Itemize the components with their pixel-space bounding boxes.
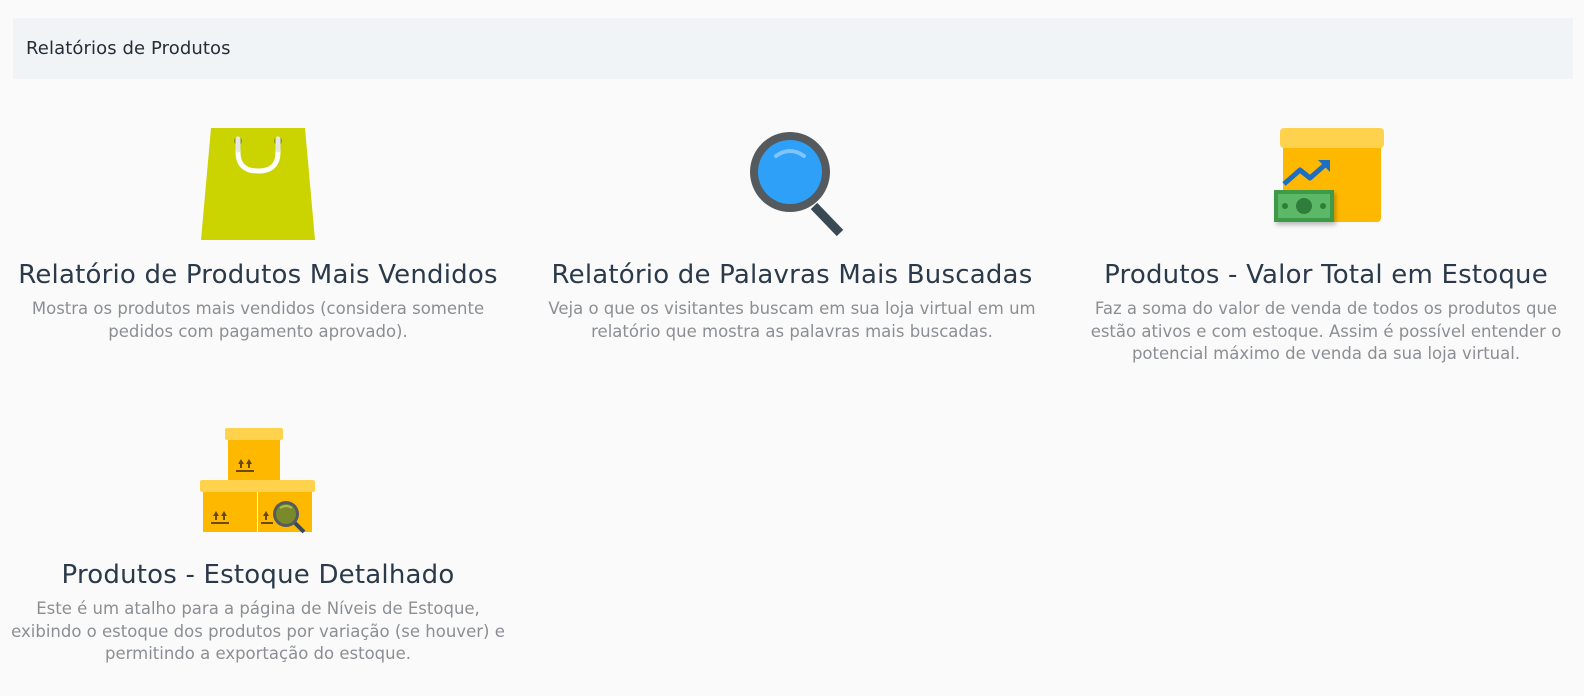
boxes-search-icon <box>198 426 318 538</box>
shopping-bag-icon <box>198 126 318 244</box>
magnifying-glass-icon <box>732 126 852 244</box>
report-title[interactable]: Relatório de Produtos Mais Vendidos <box>8 260 508 290</box>
report-card-detailed-stock[interactable]: Produtos - Estoque Detalhado Este é um a… <box>8 426 508 666</box>
report-title[interactable]: Produtos - Valor Total em Estoque <box>1076 260 1576 290</box>
report-title[interactable]: Produtos - Estoque Detalhado <box>8 560 508 590</box>
page-header: Relatórios de Produtos <box>13 18 1573 79</box>
page-title: Relatórios de Produtos <box>26 38 231 59</box>
report-card-stock-value[interactable]: Produtos - Valor Total em Estoque Faz a … <box>1076 126 1576 366</box>
report-description: Faz a soma do valor de venda de todos os… <box>1090 299 1562 363</box>
box-money-chart-icon <box>1266 126 1386 244</box>
report-description: Mostra os produtos mais vendidos (consid… <box>31 299 485 341</box>
report-description: Este é um atalho para a página de Níveis… <box>11 599 505 663</box>
report-description: Veja o que os visitantes buscam em sua l… <box>548 299 1036 341</box>
report-card-most-searched[interactable]: Relatório de Palavras Mais Buscadas Veja… <box>542 126 1042 343</box>
report-card-best-selling[interactable]: Relatório de Produtos Mais Vendidos Most… <box>8 126 508 343</box>
report-title[interactable]: Relatório de Palavras Mais Buscadas <box>542 260 1042 290</box>
